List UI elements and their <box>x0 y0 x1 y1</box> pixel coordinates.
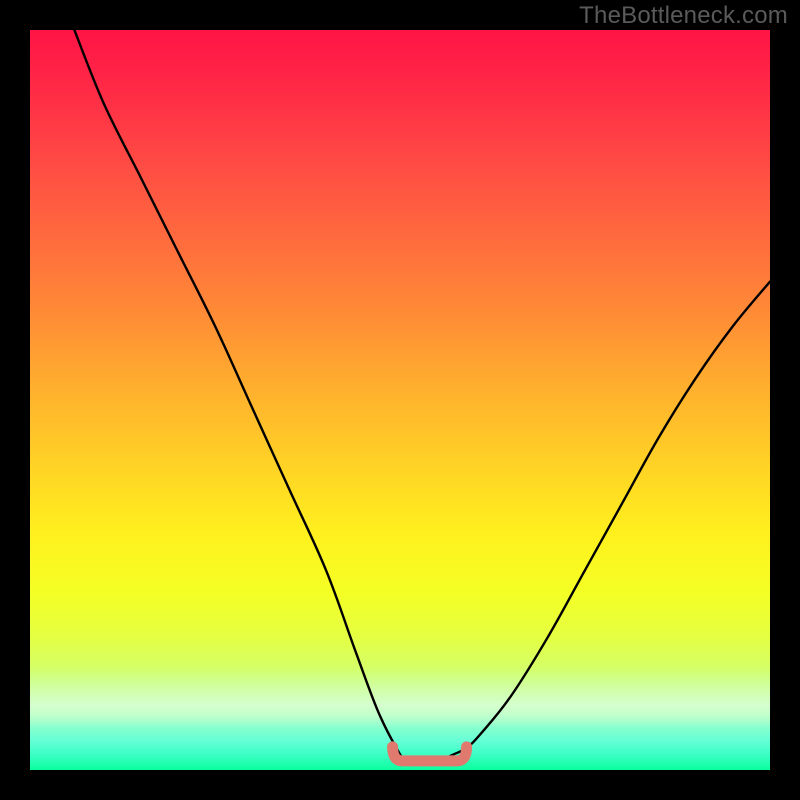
bottleneck-curve <box>74 30 770 764</box>
plot-area <box>30 30 770 770</box>
curve-svg <box>30 30 770 770</box>
chart-frame: TheBottleneck.com <box>0 0 800 800</box>
watermark-text: TheBottleneck.com <box>579 2 788 30</box>
